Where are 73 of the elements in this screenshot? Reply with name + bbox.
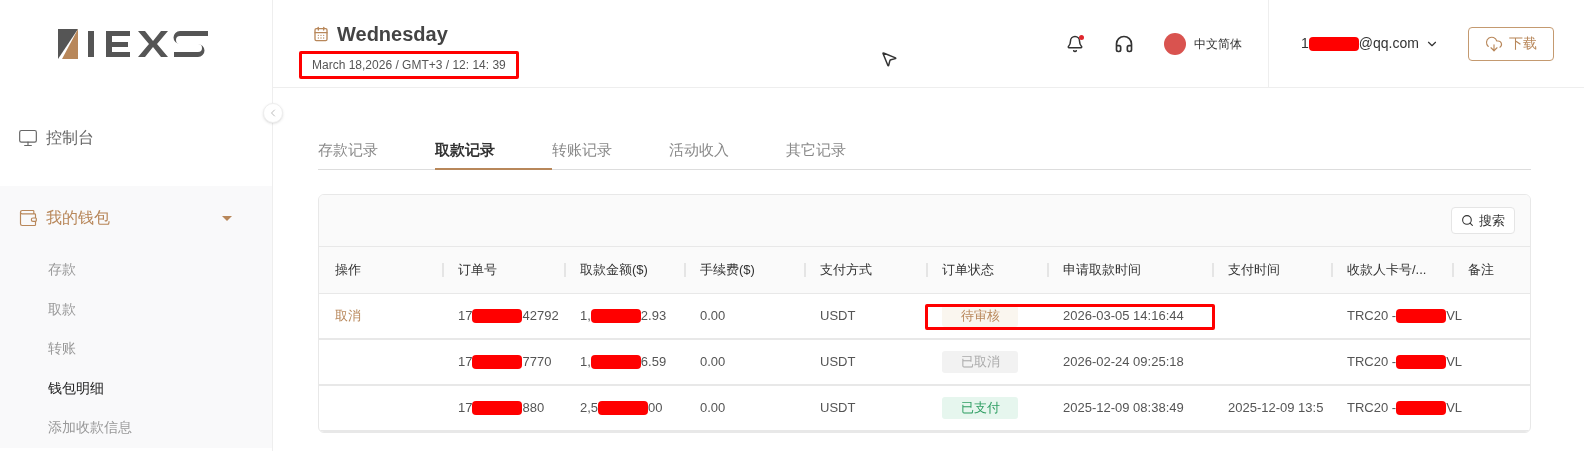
column-header: 操作: [334, 261, 361, 280]
payment-time: 2025-12-09 13:5: [1228, 400, 1324, 416]
redaction-mark: [1396, 401, 1447, 415]
cursor-icon: [880, 50, 898, 68]
redaction-mark: [1396, 309, 1447, 323]
redaction-mark: [590, 309, 641, 323]
cancel-link[interactable]: 取消: [335, 308, 361, 324]
column-header: 收款人卡号/...: [1347, 261, 1427, 280]
calendar-icon: [313, 25, 329, 42]
sidebar-subitem[interactable]: 取款: [0, 289, 272, 329]
amount: 2,5 00: [580, 399, 663, 418]
redaction-mark: [598, 401, 649, 415]
redaction-mark: [1396, 355, 1447, 369]
redaction-mark: [472, 355, 523, 369]
amount: 1, 2.93: [580, 307, 667, 326]
bell-icon: [1066, 34, 1084, 53]
fee: 0.00: [700, 400, 726, 416]
request-time: 2025-12-09 08:38:49: [1063, 400, 1184, 416]
sidebar-item[interactable]: 我的钱包: [0, 186, 272, 250]
download-button[interactable]: 下载: [1468, 26, 1554, 61]
sidebar-subitem[interactable]: 转账: [0, 329, 272, 369]
tab[interactable]: 活动收入: [669, 133, 786, 170]
fee: 0.00: [700, 354, 726, 370]
order-number: 17 42792: [458, 307, 559, 326]
sidebar-subitem[interactable]: 存款: [0, 250, 272, 290]
caret-icon: [222, 215, 232, 221]
status-badge: 待审核: [942, 305, 1018, 327]
payee-account: TRC20 - VL: [1347, 399, 1463, 418]
headset-icon[interactable]: [1114, 33, 1134, 54]
sidebar-item[interactable]: 控制台: [0, 106, 272, 170]
column-header: 备注: [1468, 261, 1494, 280]
date-time: March 18,2026 / GMT+3 / 12: 14: 39: [299, 50, 519, 79]
redaction-mark: [472, 401, 523, 415]
weekday: Wednesday: [337, 21, 448, 47]
request-time: 2026-02-24 09:25:18: [1063, 354, 1184, 370]
column-header: 订单状态: [942, 261, 994, 280]
sidebar-subitem[interactable]: 钱包明细: [0, 368, 272, 408]
account-menu[interactable]: 1 @qq.com: [1301, 33, 1456, 54]
monitor-icon: [18, 128, 38, 148]
redaction-mark: [1308, 36, 1359, 51]
payee-account: TRC20 - VL: [1347, 307, 1463, 326]
cloud-download-icon: [1485, 34, 1503, 53]
column-header: 申请取款时间: [1063, 261, 1141, 280]
payment-method: USDT: [820, 308, 856, 324]
sidebar-subitem[interactable]: 添加收款信息: [0, 408, 272, 448]
notification-button[interactable]: [1066, 34, 1084, 53]
tab[interactable]: 其它记录: [786, 133, 903, 170]
redaction-mark: [472, 309, 523, 323]
account-email: 1 @qq.com: [1301, 34, 1419, 53]
search-icon: [1461, 214, 1474, 227]
wallet-icon: [18, 208, 38, 228]
order-number: 17 7770: [458, 353, 552, 372]
order-number: 17 880: [458, 399, 545, 418]
tab[interactable]: 取款记录: [435, 133, 552, 170]
status-badge: 已支付: [942, 397, 1018, 419]
tab[interactable]: 存款记录: [318, 133, 435, 170]
payee-account: TRC20 - VL: [1347, 353, 1463, 372]
column-header: 支付方式: [820, 261, 872, 280]
payment-method: USDT: [820, 400, 856, 416]
column-header: 订单号: [458, 261, 497, 280]
flag-icon: [1164, 32, 1186, 55]
tab[interactable]: 转账记录: [552, 133, 669, 170]
language-selector[interactable]: 中文简体: [1164, 32, 1242, 55]
redaction-mark: [590, 355, 641, 369]
column-header: 手续费($): [700, 261, 755, 280]
fee: 0.00: [700, 308, 726, 324]
column-header: 支付时间: [1228, 261, 1280, 280]
search-button[interactable]: 搜索: [1451, 207, 1515, 234]
payment-method: USDT: [820, 354, 856, 370]
status-badge: 已取消: [942, 351, 1018, 373]
column-header: 取款金额($): [580, 261, 648, 280]
amount: 1, 6.59: [580, 353, 667, 372]
request-time: 2026-03-05 14:16:44: [1063, 308, 1184, 324]
